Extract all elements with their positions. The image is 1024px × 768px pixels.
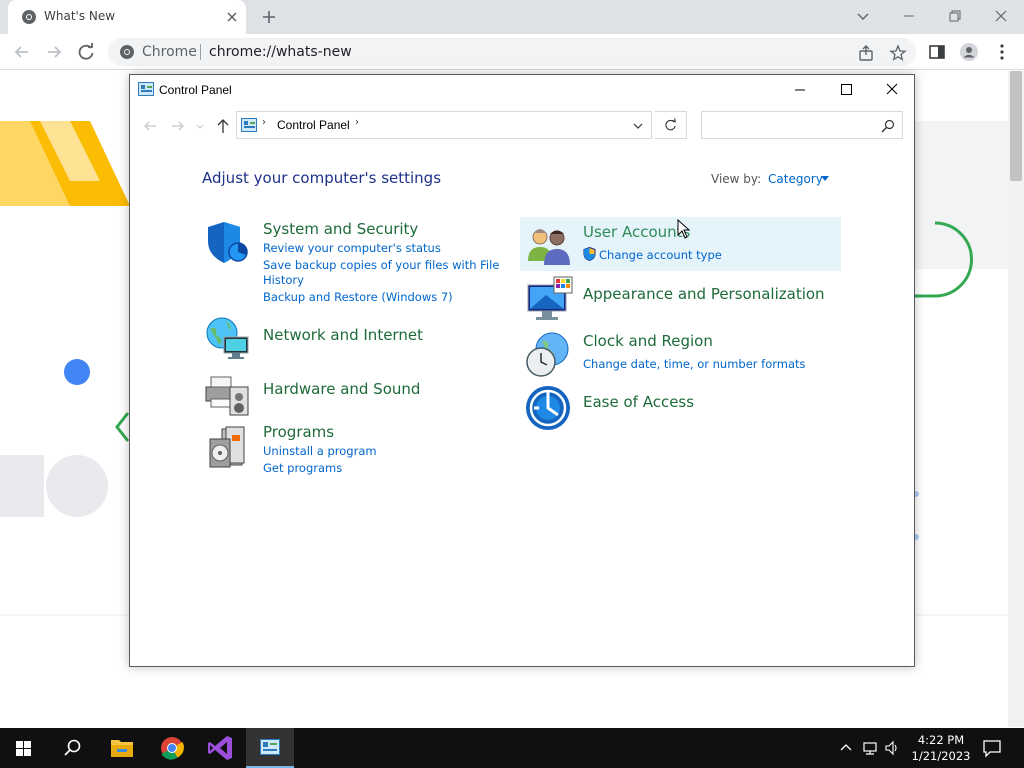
programs-icon[interactable] xyxy=(208,425,250,471)
control-panel-icon xyxy=(138,82,154,96)
category-title-network-internet[interactable]: Network and Internet xyxy=(263,326,423,344)
breadcrumb-separator-icon[interactable]: › xyxy=(355,117,359,128)
browser-toolbar: Chrome chrome://whats-new xyxy=(0,34,1024,70)
back-icon[interactable] xyxy=(11,41,33,63)
category-title-ease-of-access[interactable]: Ease of Access xyxy=(583,393,694,411)
chrome-site-icon xyxy=(120,45,134,59)
control-panel-navbar: › Control Panel › xyxy=(130,109,914,143)
category-title-clock-region[interactable]: Clock and Region xyxy=(583,332,713,350)
cp-address-bar[interactable]: › Control Panel › xyxy=(236,111,652,139)
visual-studio-icon[interactable] xyxy=(197,728,245,768)
notification-center-icon[interactable] xyxy=(982,738,1002,758)
tab-search-chevron-icon[interactable] xyxy=(850,4,876,28)
address-bar[interactable]: Chrome chrome://whats-new xyxy=(108,38,916,66)
page-scrollbar[interactable] xyxy=(1008,71,1024,727)
view-by-label: View by: xyxy=(711,172,762,186)
chrome-favicon-icon xyxy=(22,10,36,24)
link-save-backup[interactable]: Save backup copies of your files with Fi… xyxy=(263,258,499,272)
tab-whats-new[interactable]: What's New xyxy=(8,0,246,34)
cp-forward-icon[interactable] xyxy=(168,117,188,135)
side-panel-icon[interactable] xyxy=(927,42,947,62)
windows-taskbar: 4:22 PM 1/21/2023 xyxy=(0,728,1024,768)
category-title-programs[interactable]: Programs xyxy=(263,423,334,441)
clock-date: 1/21/2023 xyxy=(911,749,971,763)
omnibox-divider xyxy=(200,44,201,60)
globe-network-icon[interactable] xyxy=(204,315,252,363)
search-icon xyxy=(881,119,895,133)
profile-avatar-icon[interactable] xyxy=(959,42,979,62)
category-title-appearance[interactable]: Appearance and Personalization xyxy=(583,285,825,303)
network-icon[interactable] xyxy=(862,740,878,756)
chrome-icon[interactable] xyxy=(148,728,196,768)
cp-refresh-icon[interactable] xyxy=(655,111,687,139)
cp-back-icon[interactable] xyxy=(140,117,160,135)
cp-search-input[interactable] xyxy=(701,111,903,139)
link-review-status[interactable]: Review your computer's status xyxy=(263,241,441,255)
breadcrumb-separator-icon[interactable]: › xyxy=(262,117,266,128)
control-panel-window: Control Panel › Control Panel › Adjust y… xyxy=(129,74,915,667)
view-by-dropdown[interactable]: Category xyxy=(768,172,823,186)
ease-of-access-icon[interactable] xyxy=(525,385,571,431)
bookmark-star-icon[interactable] xyxy=(889,44,907,62)
menu-kebab-icon[interactable] xyxy=(992,42,1012,62)
address-dropdown-icon[interactable] xyxy=(631,119,645,133)
cp-up-icon[interactable] xyxy=(213,117,233,135)
tab-close-icon[interactable] xyxy=(224,9,240,25)
share-icon[interactable] xyxy=(857,44,875,62)
minimize-icon[interactable] xyxy=(896,4,922,28)
address-control-panel-icon xyxy=(241,118,257,132)
link-get-programs[interactable]: Get programs xyxy=(263,461,342,475)
taskbar-clock[interactable]: 4:22 PM 1/21/2023 xyxy=(904,732,978,764)
category-title-system-security[interactable]: System and Security xyxy=(263,220,418,238)
category-title-hardware-sound[interactable]: Hardware and Sound xyxy=(263,380,420,398)
monitor-palette-icon[interactable] xyxy=(526,275,574,323)
uac-shield-icon xyxy=(583,247,596,261)
users-icon[interactable] xyxy=(526,223,572,267)
browser-tab-strip: What's New xyxy=(0,0,1024,34)
window-maximize-icon[interactable] xyxy=(823,75,869,105)
start-icon[interactable] xyxy=(0,728,48,768)
control-panel-icon xyxy=(260,739,280,755)
window-title: Control Panel xyxy=(159,83,232,97)
window-minimize-icon[interactable] xyxy=(777,75,823,105)
clock-time: 4:22 PM xyxy=(917,733,965,747)
tray-chevron-up-icon[interactable] xyxy=(838,740,854,756)
control-panel-titlebar[interactable]: Control Panel xyxy=(130,75,914,105)
breadcrumb-control-panel[interactable]: Control Panel xyxy=(277,118,350,132)
category-title-user-accounts[interactable]: User Accounts xyxy=(583,223,690,241)
link-backup-restore[interactable]: Backup and Restore (Windows 7) xyxy=(263,290,453,304)
new-tab-icon[interactable] xyxy=(256,6,282,28)
link-uninstall-program[interactable]: Uninstall a program xyxy=(263,444,377,458)
link-save-backup-history[interactable]: History xyxy=(263,273,304,287)
file-explorer-icon[interactable] xyxy=(98,728,146,768)
volume-icon[interactable] xyxy=(884,740,900,756)
link-change-account-type[interactable]: Change account type xyxy=(599,248,722,262)
link-change-date-time[interactable]: Change date, time, or number formats xyxy=(583,357,806,371)
site-name: Chrome xyxy=(142,44,197,60)
control-panel-taskbar-button[interactable] xyxy=(246,728,294,768)
cp-recent-chevron-icon[interactable] xyxy=(194,117,206,135)
view-by-caret-icon[interactable] xyxy=(821,176,829,181)
search-icon[interactable] xyxy=(48,728,96,768)
mouse-cursor-icon xyxy=(677,219,691,239)
reload-icon[interactable] xyxy=(75,41,97,63)
scrollbar-thumb[interactable] xyxy=(1010,71,1022,181)
forward-icon[interactable] xyxy=(43,41,65,63)
page-heading: Adjust your computer's settings xyxy=(202,169,442,187)
url-text[interactable]: chrome://whats-new xyxy=(209,44,352,60)
restore-icon[interactable] xyxy=(942,4,968,28)
tab-title: What's New xyxy=(44,9,116,23)
printer-speaker-icon[interactable] xyxy=(204,369,252,417)
window-close-icon[interactable] xyxy=(869,75,915,105)
clock-globe-icon[interactable] xyxy=(524,331,572,379)
shield-icon[interactable] xyxy=(204,219,252,267)
close-icon[interactable] xyxy=(988,4,1014,28)
